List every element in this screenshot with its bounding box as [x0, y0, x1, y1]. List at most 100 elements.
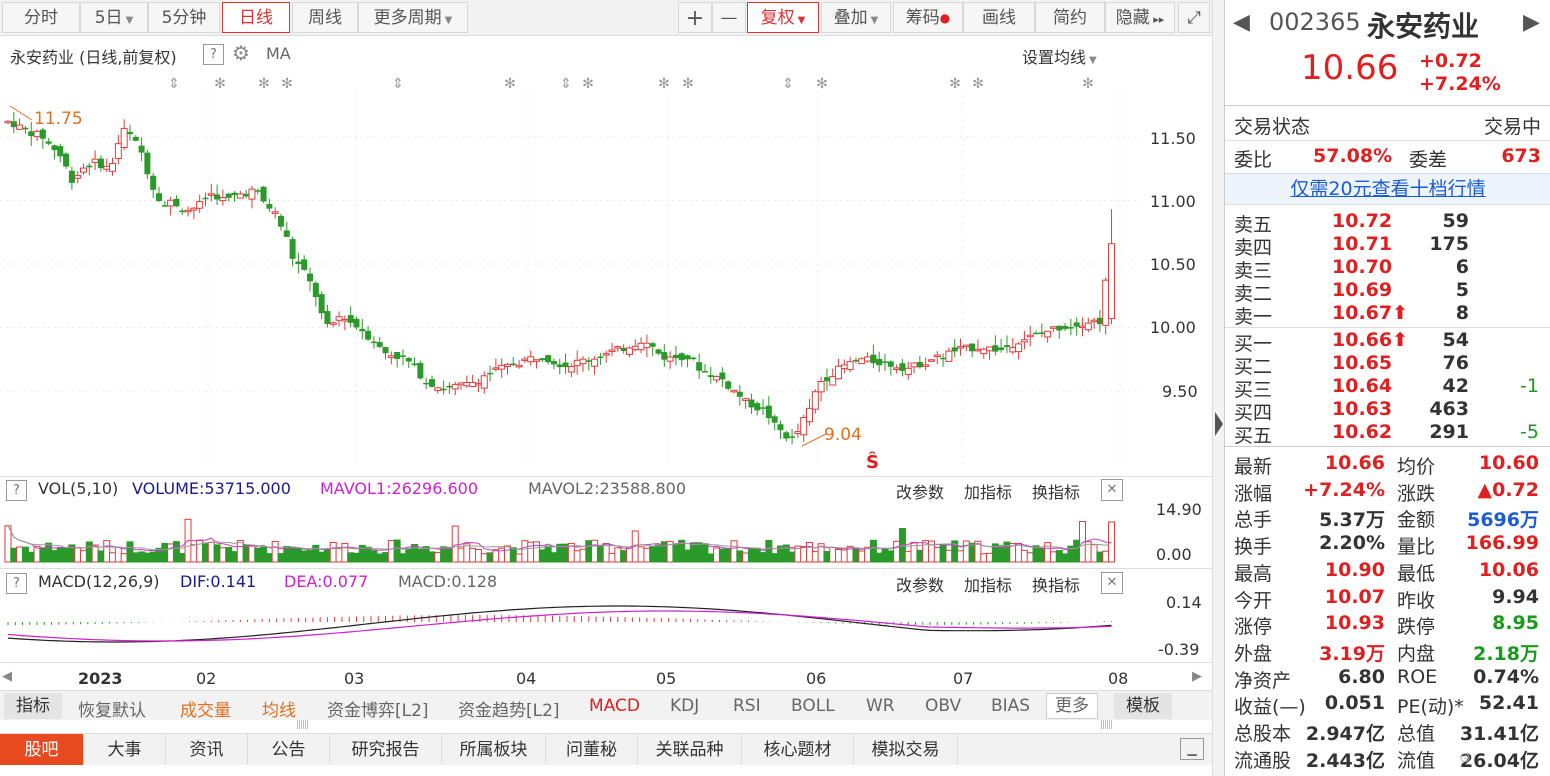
- tab-guba[interactable]: 股吧: [0, 734, 84, 766]
- scroll-left-icon[interactable]: ◀: [2, 669, 12, 684]
- volume-bar: [91, 544, 99, 563]
- candle-body: [10, 121, 17, 128]
- candle-body: [771, 416, 778, 423]
- prev-stock-icon[interactable]: ◀: [1233, 10, 1250, 35]
- stat-value: 10.07: [1324, 585, 1385, 608]
- tab-related[interactable]: 关联品种: [638, 734, 742, 766]
- candle-body: [97, 158, 104, 169]
- indicator-tab[interactable]: 资金趋势[L2]: [458, 696, 560, 721]
- macd-add-indicator-button[interactable]: 加指标: [964, 572, 1012, 596]
- collapse-arrow-icon[interactable]: [1215, 412, 1223, 436]
- indicator-more-button[interactable]: 更多: [1046, 693, 1098, 719]
- volume-bar: [149, 551, 157, 563]
- quote-header: ◀ 002365 永安药业 ▶ 10.66 +0.72 +7.24%: [1225, 0, 1550, 106]
- vol-help-icon[interactable]: ?: [6, 479, 27, 501]
- macd-close-icon[interactable]: ✕: [1101, 571, 1123, 594]
- volume-bar: [318, 551, 326, 563]
- indicator-tab[interactable]: BIAS: [991, 696, 1030, 716]
- vol-switch-indicator-button[interactable]: 换指标: [1032, 479, 1080, 503]
- candle-body: [387, 355, 395, 358]
- next-stock-icon[interactable]: ▶: [1523, 10, 1540, 35]
- high-pointer: [9, 105, 33, 121]
- bottom-tabbar: 股吧 大事 资讯 公告 研究报告 所属板块 问董秘 关联品种 核心题材 模拟交易…: [0, 733, 1220, 766]
- candle-body: [156, 193, 163, 202]
- indicator-tab[interactable]: KDJ: [670, 696, 699, 716]
- volume-bar: [771, 553, 779, 563]
- volume-bar: [591, 539, 599, 563]
- stat-label: 外盘: [1234, 642, 1273, 665]
- candle-body: [637, 342, 645, 351]
- indicator-tab[interactable]: RSI: [733, 696, 761, 716]
- indicator-tab[interactable]: 指标: [4, 693, 62, 719]
- collapse-panel-icon[interactable]: ▁: [1180, 738, 1204, 760]
- level2-link[interactable]: 仅需20元查看十档行情: [1225, 173, 1550, 205]
- volume-bar: [608, 552, 616, 563]
- main-chart: ⇕ ✻ ✻ ✻ ⇕ ✻ ⇕ ✻ ✻ ✻ ⇕ ✻ ✻ ✻ ✻ 11.75 9.04 Ŝ: [0, 76, 1140, 643]
- bid-price: 10.64: [1332, 375, 1393, 397]
- candle-body: [684, 355, 691, 360]
- volume-bar: [225, 546, 233, 563]
- candle-body: [51, 145, 58, 151]
- volume-bar: [904, 550, 912, 563]
- stat-value: 8.95: [1492, 612, 1539, 635]
- stat-label: 今开: [1234, 589, 1273, 612]
- panel-splitter[interactable]: [1212, 0, 1224, 776]
- vol-add-indicator-button[interactable]: 加指标: [964, 479, 1012, 503]
- volume-bar: [509, 547, 517, 563]
- stat-label: 流通股: [1234, 749, 1292, 772]
- tab-announcements[interactable]: 公告: [248, 734, 330, 766]
- price-tick: 11.00: [1150, 192, 1196, 211]
- indicator-tab[interactable]: OBV: [925, 696, 961, 716]
- ask-volume: 5: [1455, 279, 1469, 301]
- indicator-tab[interactable]: 资金博弈[L2]: [327, 696, 429, 721]
- candle-body: [126, 131, 133, 135]
- candle-body: [301, 259, 308, 270]
- volume-bar: [765, 539, 773, 563]
- template-button[interactable]: 模板: [1114, 693, 1172, 719]
- vol-close-icon[interactable]: ✕: [1101, 478, 1123, 501]
- candle-body: [324, 311, 331, 324]
- volume-bar: [1026, 552, 1034, 563]
- candle-body: [579, 358, 587, 365]
- candle-body: [690, 357, 697, 360]
- candle-body: [236, 193, 244, 199]
- macd-help-icon[interactable]: ?: [6, 572, 27, 594]
- tab-ask-secretary[interactable]: 问董秘: [546, 734, 638, 766]
- macd-switch-indicator-button[interactable]: 换指标: [1032, 572, 1080, 596]
- indicator-tab[interactable]: BOLL: [791, 696, 835, 716]
- volume-bar: [544, 545, 552, 563]
- candle-body: [789, 436, 796, 438]
- indicator-tab[interactable]: 均线: [262, 696, 296, 721]
- tab-research[interactable]: 研究报告: [330, 734, 442, 766]
- tab-events[interactable]: 大事: [84, 734, 166, 766]
- tab-simulated-trade[interactable]: 模拟交易: [854, 734, 958, 766]
- indicator-tab[interactable]: WR: [866, 696, 895, 716]
- volume-bar: [451, 525, 459, 563]
- volume-bar: [585, 540, 593, 563]
- tab-sectors[interactable]: 所属板块: [442, 734, 546, 766]
- volume-bar: [742, 552, 750, 563]
- indicator-tab[interactable]: MACD: [589, 696, 640, 716]
- indicator-tab[interactable]: 成交量: [180, 696, 231, 721]
- volume-bar: [980, 553, 988, 563]
- stat-label: 最新: [1234, 456, 1273, 478]
- volume-bar: [620, 550, 628, 563]
- scroll-right-icon[interactable]: ▶: [1192, 669, 1202, 684]
- volume-bar: [695, 542, 703, 563]
- tab-themes[interactable]: 核心题材: [742, 734, 854, 766]
- indicator-tab[interactable]: 恢复默认: [78, 696, 146, 721]
- tab-news[interactable]: 资讯: [166, 734, 248, 766]
- candle-body: [399, 355, 406, 357]
- quote-panel: ◀ 002365 永安药业 ▶ 10.66 +0.72 +7.24% 交易状态 …: [1224, 0, 1550, 776]
- vol-change-params-button[interactable]: 改参数: [896, 479, 944, 503]
- chart-gridlines: [0, 90, 1140, 466]
- macd-title: MACD(12,26,9): [38, 572, 160, 591]
- stock-code: 002365: [1269, 8, 1361, 36]
- candle-body: [307, 273, 314, 282]
- event-marker-icon: ⇕: [392, 76, 404, 92]
- volume-bar: [347, 552, 355, 563]
- volume-bar: [852, 548, 860, 563]
- candle-body: [870, 354, 877, 364]
- macd-change-params-button[interactable]: 改参数: [896, 572, 944, 596]
- weicha-label: 委差: [1409, 149, 1448, 171]
